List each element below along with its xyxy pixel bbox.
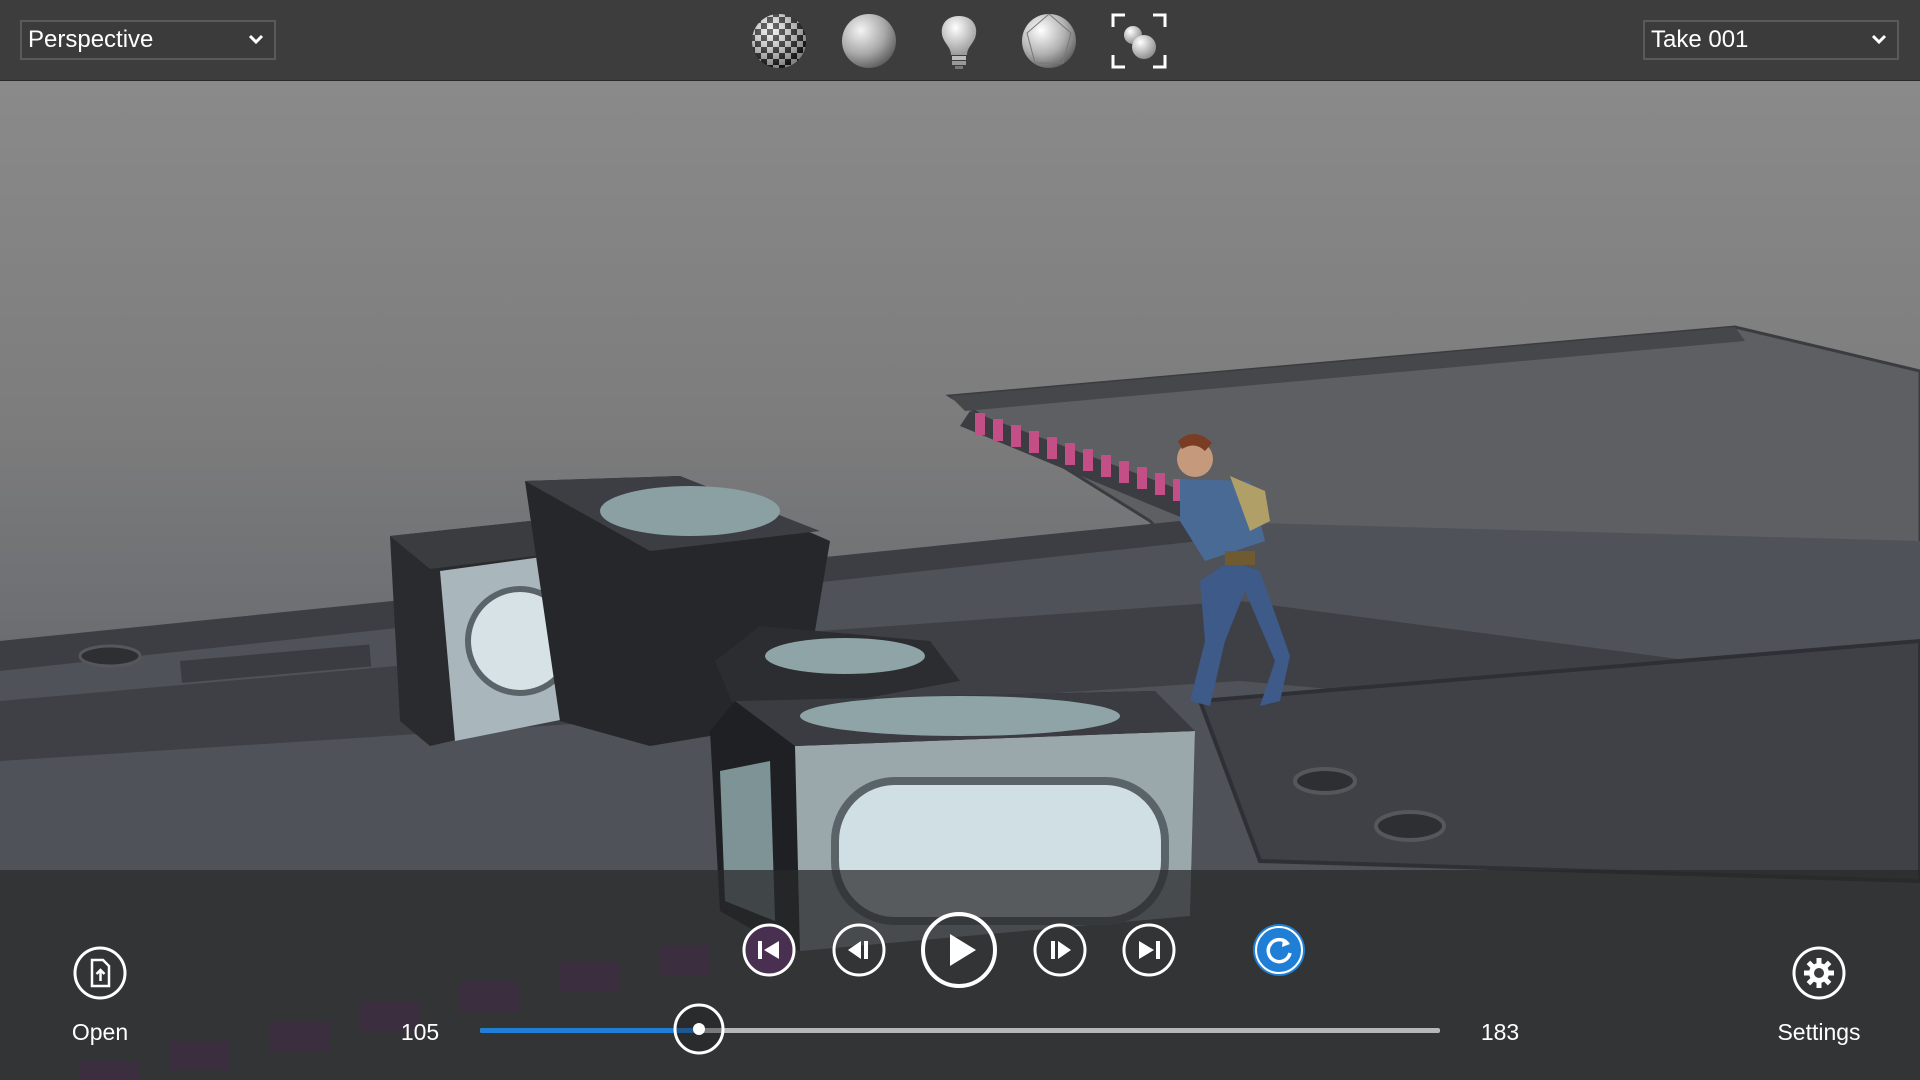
checker-material-icon[interactable] (749, 11, 809, 71)
animation-take-dropdown[interactable]: Take 001 (1643, 20, 1899, 60)
animation-take-value: Take 001 (1651, 26, 1749, 53)
start-frame-label: 105 (400, 1019, 440, 1045)
skip-to-end-button[interactable] (1121, 922, 1177, 978)
top-toolbar: Perspective Take 001 (0, 0, 1920, 81)
light-bulb-icon[interactable] (929, 11, 989, 71)
camera-view-dropdown[interactable]: Perspective (20, 20, 276, 60)
frame-all-icon[interactable] (1109, 11, 1169, 71)
timeline-thumb[interactable] (673, 1003, 725, 1055)
timeline-progress-fill (480, 1028, 699, 1033)
settings-gear-icon[interactable] (1791, 945, 1847, 1001)
step-back-button[interactable] (831, 922, 887, 978)
play-button[interactable] (919, 910, 999, 990)
timeline-slider[interactable] (480, 1028, 1440, 1033)
chevron-down-icon (248, 34, 264, 45)
step-forward-button[interactable] (1032, 922, 1088, 978)
loop-toggle-button[interactable] (1251, 922, 1307, 978)
flat-sphere-icon[interactable] (839, 11, 899, 71)
chevron-down-icon (1871, 34, 1887, 45)
open-file-icon[interactable] (72, 945, 128, 1001)
end-frame-label: 183 (1480, 1019, 1520, 1045)
open-button-label[interactable]: Open (40, 1019, 160, 1046)
camera-view-value: Perspective (28, 26, 154, 53)
skip-to-start-button[interactable] (741, 922, 797, 978)
wireframe-sphere-icon[interactable] (1019, 11, 1079, 71)
settings-button-label[interactable]: Settings (1749, 1019, 1889, 1046)
